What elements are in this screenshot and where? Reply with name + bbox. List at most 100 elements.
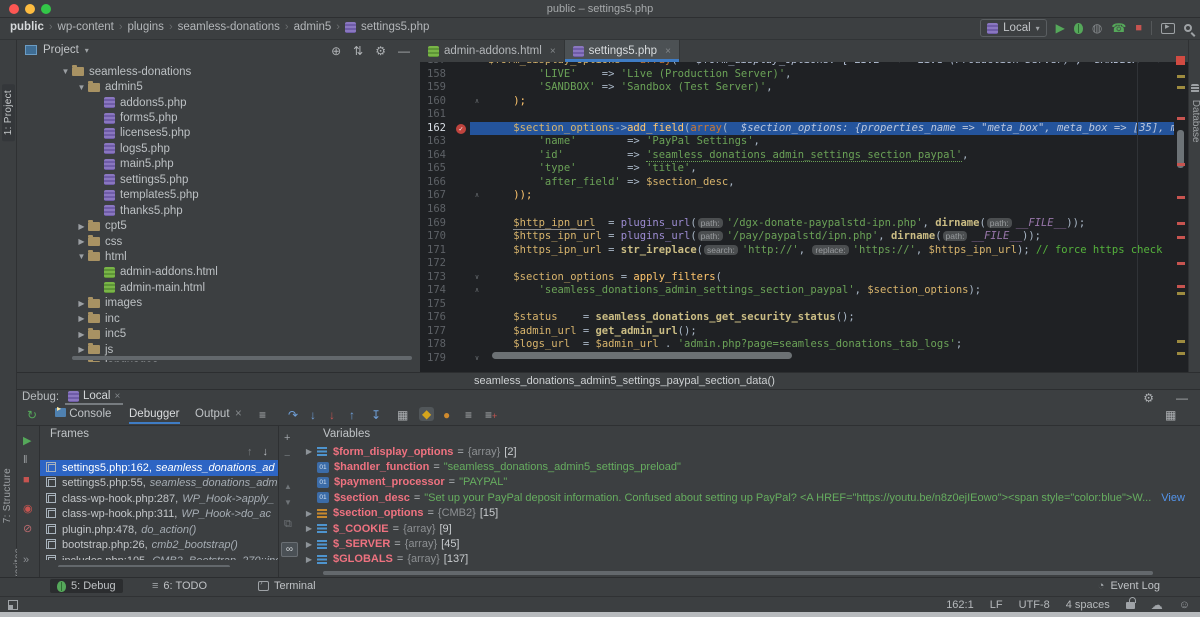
run-to-cursor-icon[interactable]: ↧: [371, 408, 381, 422]
toolwindow-button-todo[interactable]: ≡6: TODO: [152, 580, 207, 592]
tree-item[interactable]: addons5.php: [17, 95, 420, 110]
collapse-all-icon[interactable]: ⇅: [353, 44, 363, 58]
resume-icon[interactable]: ▶: [23, 434, 31, 447]
breakpoint-gutter[interactable]: ✓: [454, 122, 470, 136]
fold-marker[interactable]: ∨: [470, 352, 484, 366]
view-breakpoints-icon[interactable]: ◉: [23, 502, 33, 515]
code-line[interactable]: $logs_url = $admin_url . 'admin.php?page…: [484, 338, 1174, 352]
tree-item[interactable]: main5.php: [17, 157, 420, 172]
step-over-icon[interactable]: ↷: [288, 408, 298, 422]
code-line[interactable]: 'name' => 'PayPal Settings',: [484, 135, 1174, 149]
debug-button[interactable]: [1074, 23, 1083, 34]
hide-panel-icon[interactable]: —: [398, 44, 410, 58]
code-line[interactable]: [484, 108, 1174, 122]
error-stripe-mark[interactable]: [1177, 75, 1185, 78]
expander-arrow[interactable]: ▶: [301, 540, 317, 549]
step-out-icon[interactable]: ↑: [349, 408, 355, 422]
more-icon[interactable]: »: [23, 554, 29, 566]
breakpoint-gutter[interactable]: [454, 311, 470, 325]
variable-row[interactable]: 01$handler_function="seamless_donations_…: [301, 459, 1200, 474]
code-line[interactable]: $admin_url = get_admin_url();: [484, 325, 1174, 339]
force-step-into-icon[interactable]: ↓: [329, 408, 335, 422]
event-log-button[interactable]: ◔Event Log: [1098, 580, 1160, 592]
breakpoint-gutter[interactable]: [454, 203, 470, 217]
breakpoint-gutter[interactable]: [454, 135, 470, 149]
breakpoint-gutter[interactable]: [454, 244, 470, 258]
show-execution-point-icon[interactable]: ≡: [259, 408, 266, 422]
stack-frame[interactable]: settings5.php:55,seamless_donations_adm: [40, 476, 278, 492]
toolwindow-tab-database[interactable]: Database: [1190, 84, 1200, 143]
editor-hscrollbar[interactable]: [492, 352, 792, 359]
stack-frame[interactable]: settings5.php:162,seamless_donations_ad: [40, 460, 278, 476]
editor-tab[interactable]: admin-addons.html×: [420, 40, 565, 62]
expand-arrow[interactable]: ▼: [59, 67, 72, 76]
tree-item[interactable]: admin-addons.html: [17, 265, 420, 280]
error-stripe-mark[interactable]: [1177, 340, 1185, 343]
code-line[interactable]: [484, 298, 1174, 312]
watch-return-values-icon[interactable]: ∞: [281, 542, 298, 557]
run-configuration-selector[interactable]: Local ▾: [980, 19, 1047, 37]
code-line[interactable]: 'after_field' => $section_desc,: [484, 176, 1174, 190]
tree-item[interactable]: ▼html: [17, 249, 420, 264]
project-panel-header[interactable]: Project ▾: [25, 44, 89, 56]
expand-arrow[interactable]: ▶: [75, 222, 88, 231]
breakpoint-gutter[interactable]: [454, 352, 470, 366]
stack-frame[interactable]: plugin.php:478,do_action(): [40, 522, 278, 538]
expand-arrow[interactable]: ▼: [75, 252, 88, 261]
breadcrumb-item[interactable]: seamless-donations: [178, 21, 280, 33]
error-stripe-mark[interactable]: [1177, 163, 1185, 166]
file-status-marker[interactable]: [1176, 56, 1185, 65]
search-everywhere-icon[interactable]: [1184, 24, 1192, 32]
toolwindow-button-debug[interactable]: 5: Debug: [50, 579, 123, 593]
fold-marker[interactable]: ∨: [470, 271, 484, 285]
tree-item[interactable]: ▶inc: [17, 311, 420, 326]
open-in-browser-icon[interactable]: [1161, 23, 1175, 34]
close-icon[interactable]: ×: [235, 408, 242, 420]
frame-down-icon[interactable]: ↓: [263, 446, 269, 458]
tree-item[interactable]: ▶cpt5: [17, 218, 420, 233]
stack-frame[interactable]: class-wp-hook.php:311,WP_Hook->do_ac: [40, 507, 278, 523]
add-icon[interactable]: +: [284, 432, 290, 444]
tab-output[interactable]: Output: [195, 408, 230, 420]
listen-debug-connections-button[interactable]: ☎: [1111, 22, 1126, 34]
tree-item[interactable]: templates5.php: [17, 188, 420, 203]
expander-arrow[interactable]: ▶: [301, 447, 317, 456]
error-stripe-mark[interactable]: [1177, 292, 1185, 295]
breakpoint-gutter[interactable]: [454, 298, 470, 312]
breakpoint-gutter[interactable]: [454, 95, 470, 109]
breakpoint-gutter[interactable]: [454, 162, 470, 176]
coverage-button[interactable]: ◍: [1092, 22, 1102, 34]
breakpoint-gutter[interactable]: [454, 325, 470, 339]
breadcrumb-item[interactable]: admin5: [294, 21, 332, 33]
breakpoint-gutter[interactable]: [454, 149, 470, 163]
editor-tab[interactable]: settings5.php×: [565, 40, 680, 62]
frame-up-icon[interactable]: ↑: [247, 446, 253, 458]
hide-panel-icon[interactable]: —: [1176, 391, 1188, 405]
breadcrumb-item[interactable]: wp-content: [58, 21, 114, 33]
breadcrumb-item[interactable]: public: [10, 21, 44, 33]
lock-icon[interactable]: [1126, 602, 1135, 609]
code-line[interactable]: 'SANDBOX' => 'Sandbox (Test Server)',: [484, 81, 1174, 95]
caret-position[interactable]: 162:1: [946, 599, 974, 611]
variables-hscrollbar[interactable]: [323, 571, 1153, 575]
copy-icon[interactable]: ⧉: [284, 518, 292, 531]
fold-marker[interactable]: ∧: [470, 189, 484, 203]
close-icon[interactable]: ×: [665, 46, 671, 57]
code-line[interactable]: );: [484, 95, 1174, 109]
toolwindow-tab-project[interactable]: 1: Project: [2, 84, 15, 141]
error-stripe-mark[interactable]: [1177, 117, 1185, 120]
tree-item[interactable]: ▶css: [17, 234, 420, 249]
breadcrumb-file[interactable]: settings5.php: [361, 21, 429, 33]
code-line[interactable]: 'LIVE' => 'Live (Production Server)',: [484, 68, 1174, 82]
move-down-icon[interactable]: ▼: [284, 498, 292, 507]
stack-frame[interactable]: includes.php:105,CMB2_Bootstrap_270::inc…: [40, 553, 278, 560]
breakpoint-gutter[interactable]: [454, 81, 470, 95]
error-stripe-mark[interactable]: [1177, 236, 1185, 239]
expand-arrow[interactable]: ▶: [75, 299, 88, 308]
run-button[interactable]: ▶: [1056, 22, 1065, 34]
code-line[interactable]: 'seamless_donations_admin_settings_secti…: [484, 284, 1174, 298]
tab-debugger[interactable]: Debugger: [129, 408, 180, 424]
code-line[interactable]: [484, 203, 1174, 217]
breakpoint-gutter[interactable]: [454, 176, 470, 190]
tree-item[interactable]: ▶images: [17, 296, 420, 311]
